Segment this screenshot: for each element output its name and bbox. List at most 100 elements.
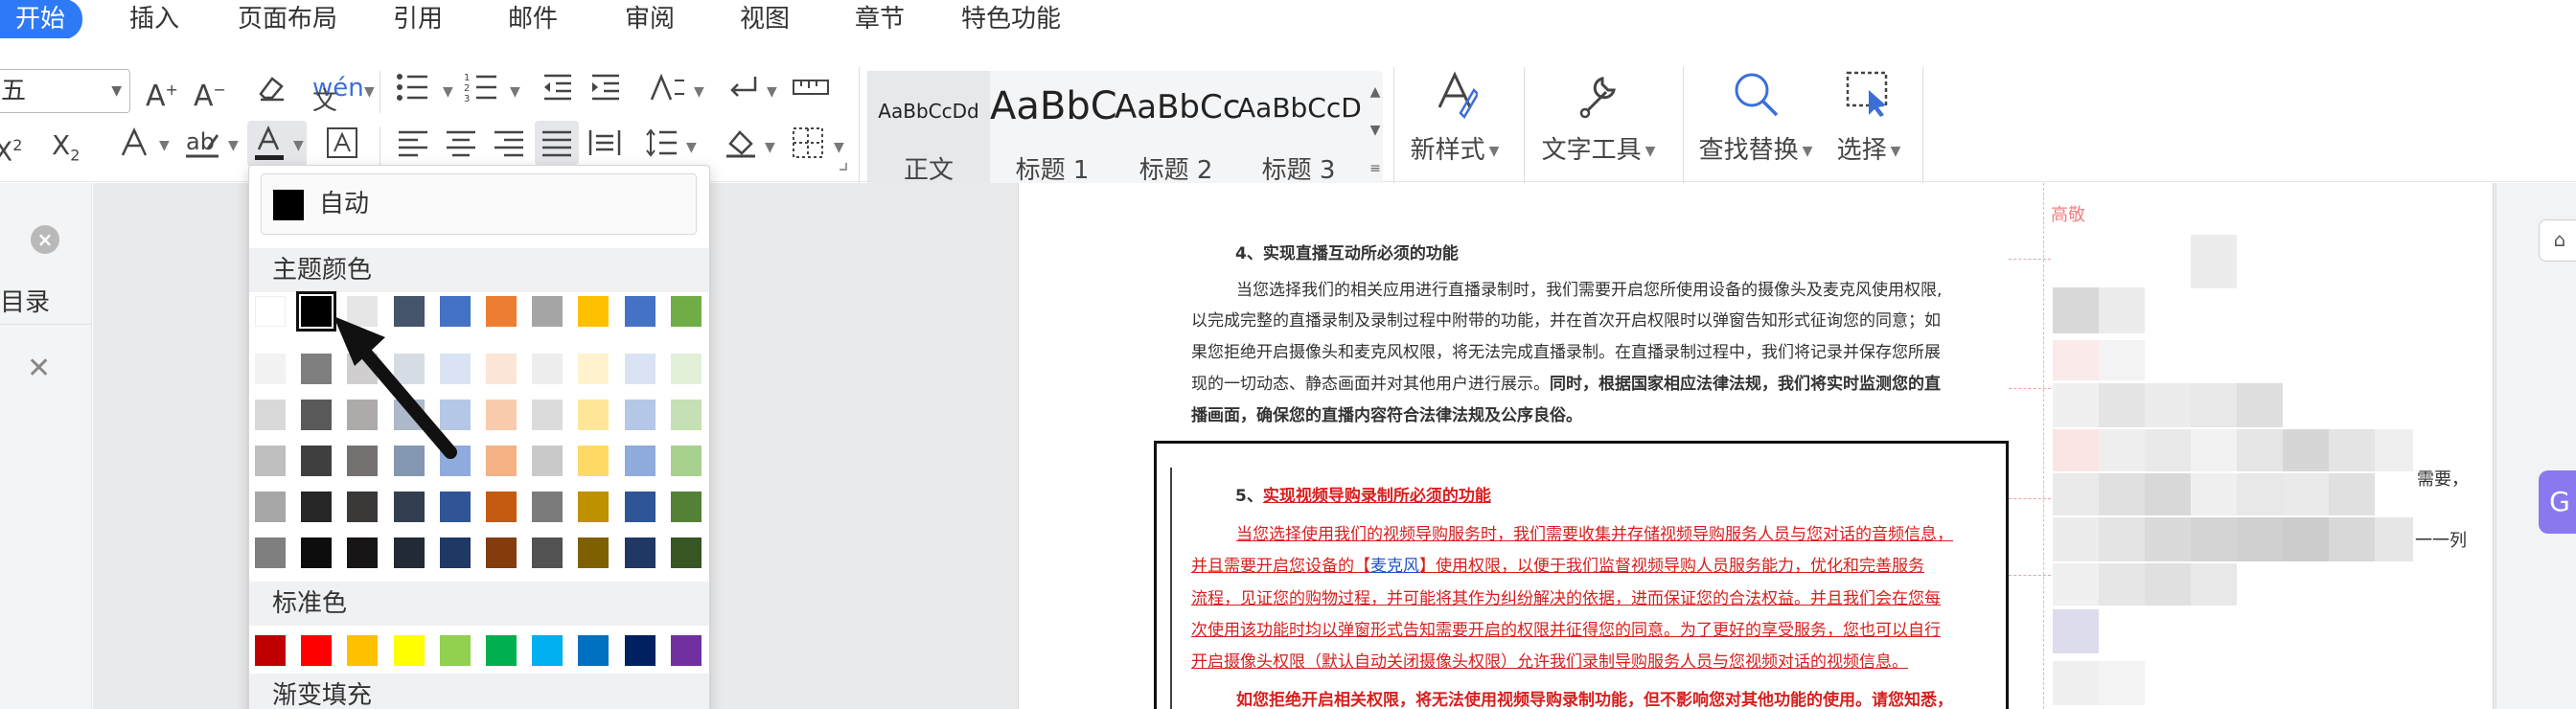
color-swatch[interactable]	[578, 296, 610, 327]
chevron-down-icon[interactable]: ▼	[443, 84, 453, 100]
color-swatch[interactable]	[578, 492, 610, 522]
color-swatch[interactable]	[624, 354, 656, 384]
color-swatch[interactable]	[301, 537, 333, 568]
numbered-list-icon[interactable]: 123	[464, 71, 502, 114]
line-break-icon[interactable]	[726, 71, 761, 114]
auto-color-button[interactable]: 自动	[261, 173, 697, 235]
color-swatch[interactable]	[393, 537, 425, 568]
color-swatch[interactable]	[393, 400, 425, 430]
color-swatch[interactable]	[670, 446, 702, 476]
color-swatch[interactable]	[347, 537, 379, 568]
text-effect-icon[interactable]	[119, 126, 150, 170]
shading-icon[interactable]	[724, 126, 759, 170]
color-swatch[interactable]	[347, 400, 379, 430]
color-swatch[interactable]	[347, 446, 379, 476]
color-swatch[interactable]	[532, 354, 564, 384]
clear-format-icon[interactable]	[255, 71, 288, 114]
paragraph-dialog-launcher-icon[interactable]	[840, 163, 847, 171]
font-color-button[interactable]: ▼	[247, 121, 307, 167]
standard-color-swatch[interactable]	[532, 635, 564, 666]
subscript-icon[interactable]: X2	[52, 126, 80, 175]
color-swatch[interactable]	[624, 296, 656, 327]
text-tools-button[interactable]: 文字工具 ▼	[1541, 69, 1656, 166]
chevron-down-icon[interactable]: ▼	[510, 84, 520, 100]
style-heading-2[interactable]: AaBbCc 标题 2	[1115, 71, 1240, 194]
color-swatch[interactable]	[255, 446, 286, 476]
standard-color-swatch[interactable]	[301, 635, 333, 666]
style-heading-3[interactable]: AaBbCcD 标题 3	[1237, 71, 1362, 194]
collapse-icon[interactable]: ⌂	[2539, 219, 2576, 262]
select-button[interactable]: 选择 ▼	[1830, 69, 1907, 166]
chevron-down-icon[interactable]: ▼	[765, 140, 775, 155]
color-swatch[interactable]	[301, 446, 333, 476]
style-heading-1[interactable]: AaBbC 标题 1	[990, 71, 1117, 194]
color-swatch[interactable]	[532, 537, 564, 568]
color-swatch[interactable]	[624, 400, 656, 430]
color-swatch[interactable]	[578, 400, 610, 430]
text-direction-icon[interactable]	[648, 71, 686, 114]
close-icon[interactable]: ×	[31, 225, 59, 254]
color-swatch[interactable]	[347, 492, 379, 522]
color-swatch[interactable]	[578, 354, 610, 384]
find-replace-button[interactable]: 查找替换 ▼	[1698, 69, 1813, 166]
color-swatch[interactable]	[670, 400, 702, 430]
color-swatch[interactable]	[347, 354, 379, 384]
justify-button[interactable]	[535, 121, 579, 165]
color-swatch[interactable]	[255, 492, 286, 522]
color-swatch[interactable]	[532, 296, 564, 327]
color-swatch[interactable]	[393, 446, 425, 476]
bullet-list-icon[interactable]	[395, 71, 433, 114]
font-size-select[interactable]: 五 ▼	[0, 69, 130, 113]
color-swatch[interactable]	[670, 354, 702, 384]
menu-tab[interactable]: 章节	[855, 0, 905, 38]
color-swatch[interactable]	[578, 446, 610, 476]
menu-tab[interactable]: 审阅	[625, 0, 675, 38]
menu-tab[interactable]: 页面布局	[238, 0, 337, 38]
standard-color-swatch[interactable]	[347, 635, 379, 666]
standard-color-swatch[interactable]	[255, 635, 286, 666]
shrink-font-icon[interactable]: A−	[194, 71, 226, 116]
color-swatch[interactable]	[393, 354, 425, 384]
color-swatch[interactable]	[296, 291, 337, 332]
align-center-icon[interactable]	[445, 128, 477, 168]
color-swatch[interactable]	[439, 400, 471, 430]
color-swatch[interactable]	[670, 492, 702, 522]
color-swatch[interactable]	[301, 400, 333, 430]
new-style-button[interactable]: 新样式 ▼	[1407, 69, 1503, 166]
color-swatch[interactable]	[301, 354, 333, 384]
chevron-down-icon[interactable]: ▼	[686, 140, 697, 155]
color-swatch[interactable]	[255, 296, 286, 327]
line-spacing-icon[interactable]	[646, 128, 678, 168]
color-swatch[interactable]	[486, 537, 517, 568]
color-swatch[interactable]	[532, 446, 564, 476]
menu-tab[interactable]: 引用	[393, 0, 443, 38]
color-swatch[interactable]	[439, 492, 471, 522]
color-swatch[interactable]	[532, 400, 564, 430]
menu-tab[interactable]: 插入	[129, 0, 179, 38]
borders-icon[interactable]	[792, 126, 824, 170]
color-swatch[interactable]	[255, 354, 286, 384]
chevron-down-icon[interactable]: ▼	[767, 84, 777, 100]
phonetic-guide-icon[interactable]: wén 文 ▼	[312, 69, 375, 116]
color-swatch[interactable]	[439, 446, 471, 476]
decrease-indent-icon[interactable]	[540, 71, 575, 114]
color-swatch[interactable]	[578, 537, 610, 568]
color-swatch[interactable]	[670, 537, 702, 568]
color-swatch[interactable]	[624, 537, 656, 568]
color-swatch[interactable]	[624, 446, 656, 476]
color-swatch[interactable]	[439, 296, 471, 327]
standard-color-swatch[interactable]	[486, 635, 517, 666]
color-swatch[interactable]	[486, 296, 517, 327]
align-right-icon[interactable]	[493, 128, 525, 168]
menu-tab[interactable]: 特色功能	[961, 0, 1061, 38]
standard-color-swatch[interactable]	[578, 635, 610, 666]
color-swatch[interactable]	[393, 296, 425, 327]
character-border-icon[interactable]	[326, 126, 358, 170]
menu-tab[interactable]: 邮件	[508, 0, 558, 38]
style-normal[interactable]: AaBbCcDd 正文	[867, 71, 990, 194]
standard-color-swatch[interactable]	[624, 635, 656, 666]
grow-font-icon[interactable]: A+	[146, 71, 178, 116]
ai-assistant-icon[interactable]: G	[2539, 470, 2576, 534]
distribute-icon[interactable]	[588, 128, 621, 168]
chevron-down-icon[interactable]: ▼	[694, 84, 704, 100]
